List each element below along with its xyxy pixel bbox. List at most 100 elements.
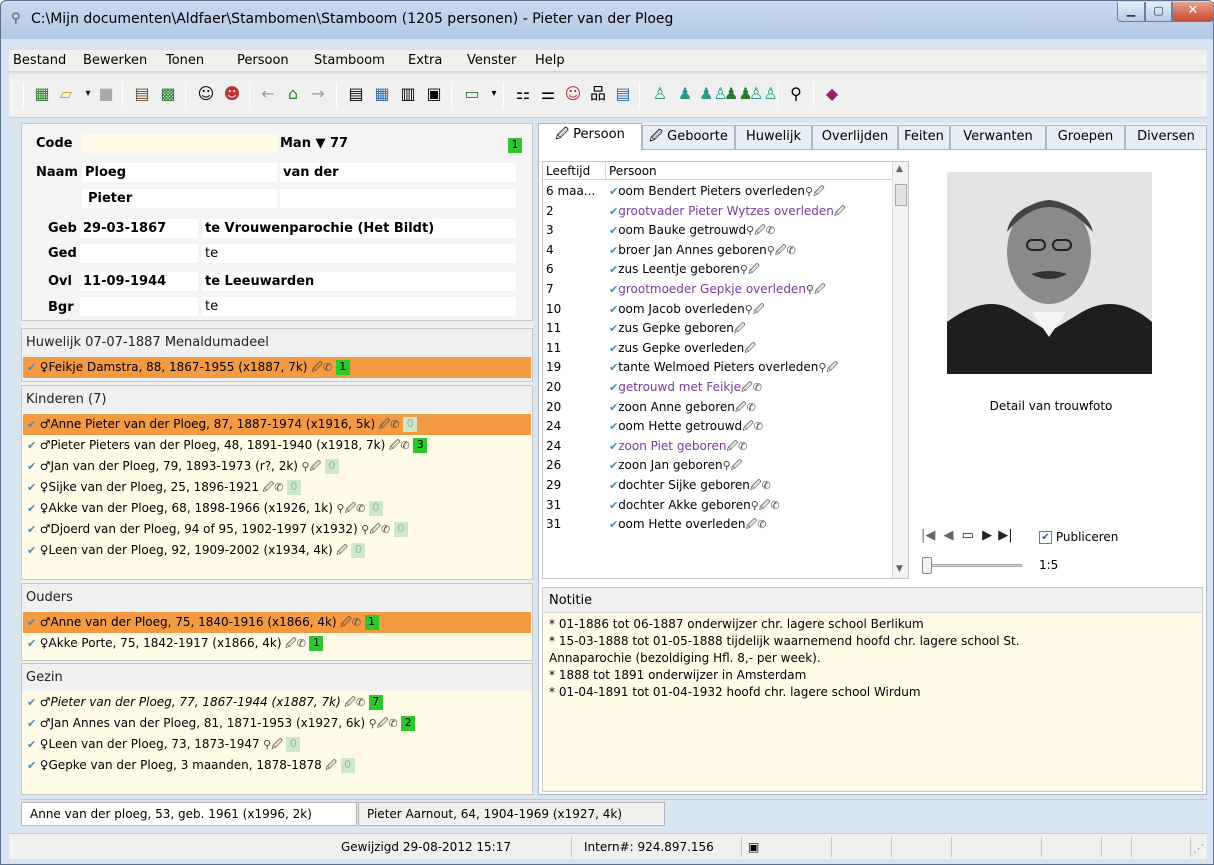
report-icon[interactable]: ▤ <box>612 83 634 105</box>
next-icon[interactable]: ▶ <box>982 528 992 543</box>
event-row[interactable]: 2 ✔grootvader Pieter Wytzes overleden🖉 <box>543 202 891 221</box>
list-view-icon[interactable]: ▤ <box>345 83 367 105</box>
menu-stamboom[interactable]: Stamboom <box>314 53 385 68</box>
event-row[interactable]: 31 ✔oom Hette overleden🖉✆ <box>543 515 891 534</box>
tab-persoon[interactable]: 🖉 Persoon <box>538 123 642 151</box>
dropdown-arrow-icon[interactable]: ▾ <box>483 83 505 105</box>
edit-icon[interactable]: 🖉✆ <box>750 479 771 492</box>
edit-icon[interactable]: 🖉✆ <box>726 440 747 453</box>
parent-row[interactable]: ✔ ♂Anne van der Ploeg, 75, 1840-1916 (x1… <box>23 612 531 633</box>
zoom-slider[interactable] <box>922 557 1022 574</box>
event-row[interactable]: 20 ✔getrouwd met Feikje🖉✆ <box>543 378 891 397</box>
edit-icon[interactable]: ⚲🖉 <box>723 459 743 472</box>
edit-icon[interactable]: ⚲🖉✆ <box>767 244 796 257</box>
child-row[interactable]: ✔ ♂Pieter Pieters van der Ploeg, 48, 189… <box>23 435 531 456</box>
minimize-button[interactable]: ▁ <box>1117 2 1145 22</box>
maximize-button[interactable]: ▢ <box>1145 2 1172 22</box>
edit-icon[interactable]: 🖉✆ <box>259 481 287 494</box>
tab-verwanten[interactable]: Verwanten <box>950 125 1046 149</box>
edit-icon[interactable]: ⚲🖉✆ <box>746 224 775 237</box>
prefix-field[interactable]: van der <box>280 163 516 183</box>
event-row[interactable]: 26 ✔zoon Jan geboren⚲🖉 <box>543 456 891 475</box>
count-badge[interactable]: 0 <box>286 737 301 752</box>
family-icon[interactable]: ♙♙ <box>749 83 778 105</box>
event-row[interactable]: 4 ✔broer Jan Annes geboren⚲🖉✆ <box>543 241 891 260</box>
slider-thumb[interactable] <box>922 557 932 574</box>
family-row[interactable]: ✔ ♀Gepke van der Ploeg, 3 maanden, 1878-… <box>23 755 531 776</box>
couple-icon[interactable]: ♟♙ <box>699 83 728 105</box>
search-icon[interactable]: ⚲ <box>785 83 807 105</box>
edit-icon[interactable]: 🖉✆ <box>282 637 310 650</box>
event-row[interactable]: 31 ✔dochter Akke geboren⚲🖉✆ <box>543 496 891 515</box>
child-row[interactable]: ✔ ♀Leen van der Ploeg, 92, 1909-2002 (x1… <box>23 540 531 561</box>
burial-place-field[interactable]: te <box>202 297 516 317</box>
edit-icon[interactable]: 🖉✆ <box>385 439 413 452</box>
menu-venster[interactable]: Venster <box>467 53 516 68</box>
event-row[interactable]: 19 ✔tante Welmoed Pieters overleden⚲🖉 <box>543 358 891 377</box>
edit-icon[interactable]: ⚲🖉 <box>806 283 826 296</box>
family-row[interactable]: ✔ ♀Leen van der Ploeg, 73, 1873-1947 ⚲🖉 … <box>23 734 531 755</box>
portrait-icon[interactable]: ☺ <box>562 83 584 105</box>
person-add-icon[interactable]: ☺ <box>195 83 217 105</box>
edit-icon[interactable]: ⚲🖉✆ <box>358 523 394 536</box>
menu-persoon[interactable]: Persoon <box>237 53 289 68</box>
count-badge[interactable]: 0 <box>286 480 301 495</box>
form-view-icon[interactable]: ▣ <box>423 83 445 105</box>
event-row[interactable]: 20 ✔zoon Anne geboren🖉✆ <box>543 398 891 417</box>
birth-place-field[interactable]: te Vrouwenparochie (Het Bildt) <box>202 219 516 239</box>
edit-icon[interactable]: 🖉 <box>834 205 846 218</box>
baptism-place-field[interactable]: te <box>202 244 516 264</box>
last-icon[interactable]: ▶| <box>998 528 1012 543</box>
single-person-icon[interactable]: ♙ <box>649 83 671 105</box>
tab-groepen[interactable]: Groepen <box>1046 125 1125 149</box>
tab-diversen[interactable]: Diversen <box>1125 125 1207 149</box>
menu-tonen[interactable]: Tonen <box>166 53 204 68</box>
edit-icon[interactable]: ⚲🖉 <box>818 361 838 374</box>
event-row[interactable]: 24 ✔oom Hette getrouwd🖉✆ <box>543 417 891 436</box>
child-row[interactable]: ✔ ♀Akke van der Ploeg, 68, 1898-1966 (x1… <box>23 498 531 519</box>
grid-view-icon[interactable]: ▦ <box>371 83 393 105</box>
child-row[interactable]: ✔ ♂Anne Pieter van der Ploeg, 87, 1887-1… <box>23 414 531 435</box>
resize-grip-icon[interactable]: ⋰ <box>1193 842 1204 855</box>
help-book-icon[interactable]: ◆ <box>821 83 843 105</box>
partner-row[interactable]: ✔ ♀Feikje Damstra, 88, 1867-1955 (x1887,… <box>23 357 531 378</box>
note-text[interactable]: * 01-1886 tot 06-1887 onderwijzer chr. l… <box>549 616 1199 701</box>
edit-icon[interactable]: 🖉✆ <box>341 696 369 709</box>
edit-icon[interactable]: 🖉✆ <box>311 361 335 374</box>
death-place-field[interactable]: te Leeuwarden <box>202 272 516 292</box>
history-tab-2[interactable]: Pieter Aarnout, 64, 1904-1969 (x1927, 4k… <box>358 802 665 826</box>
edit-icon[interactable]: ⚲🖉✆ <box>365 717 401 730</box>
first-icon[interactable]: |◀ <box>921 528 935 543</box>
count-badge[interactable]: 1 <box>335 360 350 375</box>
edit-icon[interactable]: ⚲🖉✆ <box>333 502 369 515</box>
event-row[interactable]: 10 ✔oom Jacob overleden⚲🖉 <box>543 300 891 319</box>
publish-checkbox[interactable]: ✔ <box>1039 531 1052 544</box>
menu-bewerken[interactable]: Bewerken <box>83 53 147 68</box>
family-row[interactable]: ✔ ♂Jan Annes van der Ploeg, 81, 1871-195… <box>23 713 531 734</box>
event-row[interactable]: 6 maa... ✔oom Bendert Pieters overleden⚲🖉 <box>543 182 891 201</box>
surname-field[interactable]: Ploeg <box>82 163 277 183</box>
pedigree-icon[interactable]: ⚏ <box>512 83 534 105</box>
open-folder-icon[interactable]: ▱ <box>55 83 77 105</box>
person-column-header[interactable]: Persoon <box>609 164 657 178</box>
tab-geboorte[interactable]: 🖉 Geboorte <box>642 125 735 149</box>
child-row[interactable]: ✔ ♂Djoerd van der Ploeg, 94 of 95, 1902-… <box>23 519 531 540</box>
edit-icon[interactable]: ⚲🖉 <box>740 263 760 276</box>
count-badge[interactable]: 0 <box>340 758 355 773</box>
child-row[interactable]: ✔ ♂Jan van der Ploeg, 79, 1893-1973 (r?,… <box>23 456 531 477</box>
menu-extra[interactable]: Extra <box>408 53 442 68</box>
person-green-icon[interactable]: ♟ <box>674 83 696 105</box>
couple-alt-icon[interactable]: ♟♟ <box>724 83 753 105</box>
edit-icon[interactable]: 🖉✆ <box>337 616 365 629</box>
event-row[interactable]: 3 ✔oom Bauke getrouwd⚲🖉✆ <box>543 221 891 240</box>
edit-icon[interactable]: 🖉✆ <box>742 420 763 433</box>
menu-bestand[interactable]: Bestand <box>13 53 66 68</box>
close-button[interactable]: ✕ <box>1172 2 1214 22</box>
edit-icon[interactable]: 🖉 <box>322 759 341 772</box>
scroll-thumb[interactable] <box>895 184 907 206</box>
menu-help[interactable]: Help <box>535 53 565 68</box>
edit-icon[interactable]: 🖉 <box>744 342 756 355</box>
back-arrow-icon[interactable]: ← <box>257 83 279 105</box>
count-badge[interactable]: 7 <box>368 695 383 710</box>
count-badge[interactable]: 0 <box>368 501 383 516</box>
